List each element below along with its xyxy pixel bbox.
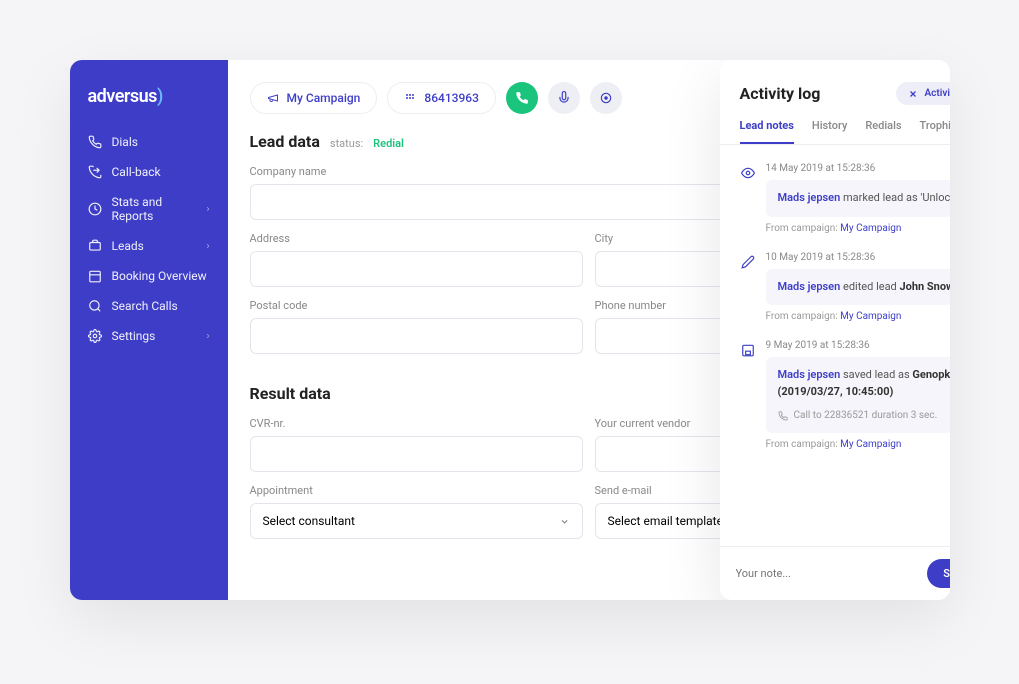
send-label: Send [943, 567, 949, 580]
log-card: Mads jepsen edited lead John Snow [766, 269, 950, 306]
logo-paren: ) [157, 86, 163, 107]
activity-tabs: Lead notes History Redials Trophies [720, 105, 950, 145]
sidebar-item-label: Stats and Reports [112, 195, 207, 223]
cvr-label: CVR-nr. [250, 417, 583, 430]
log-card: Mads jepsen saved lead as Genopkald (201… [766, 357, 950, 433]
phone-icon [778, 411, 788, 421]
close-icon [908, 89, 918, 99]
log-call-text: Call to 22836521 duration 3 sec. [794, 408, 938, 423]
edit-icon [740, 254, 756, 270]
log-time: 10 May 2019 at 15:28:36 [766, 252, 950, 263]
tab-history[interactable]: History [812, 119, 847, 144]
log-card: Mads jepsen marked lead as 'Unlocked' [766, 180, 950, 217]
log-action: edited lead [840, 280, 899, 293]
chevron-right-icon: › [206, 204, 209, 215]
log-entry: 9 May 2019 at 15:28:36 Mads jepsen saved… [740, 340, 950, 450]
logo: adversus) [70, 86, 228, 127]
activity-title: Activity log [740, 84, 821, 103]
campaign-pill[interactable]: My Campaign [250, 82, 378, 114]
calendar-icon [88, 269, 102, 283]
log-action: saved lead as [840, 368, 912, 381]
log-time: 14 May 2019 at 15:28:36 [766, 163, 950, 174]
megaphone-icon [267, 92, 279, 104]
tab-redials[interactable]: Redials [865, 119, 901, 144]
log-campaign: From campaign: My Campaign [766, 311, 950, 322]
save-icon [740, 342, 756, 358]
eye-icon [740, 165, 756, 181]
log-time: 9 May 2019 at 15:28:36 [766, 340, 950, 351]
sidebar-item-label: Call-back [112, 165, 161, 179]
phone-icon [88, 135, 102, 149]
sidebar-item-leads[interactable]: Leads › [70, 231, 228, 261]
log-call: Call to 22836521 duration 3 sec. [778, 408, 950, 423]
status-label: status: [330, 137, 363, 150]
app-window: adversus) Dials Call-back Stats and Repo… [70, 60, 950, 600]
sidebar-item-dials[interactable]: Dials [70, 127, 228, 157]
search-icon [88, 299, 102, 313]
phone-icon [515, 91, 529, 105]
address-input[interactable] [250, 251, 583, 287]
sidebar-item-search[interactable]: Search Calls [70, 291, 228, 321]
tab-lead-notes[interactable]: Lead notes [740, 119, 794, 144]
address-label: Address [250, 232, 583, 245]
logo-text: adversus [88, 86, 157, 107]
sidebar: adversus) Dials Call-back Stats and Repo… [70, 60, 228, 600]
dialpad-icon [404, 92, 416, 104]
sidebar-item-booking[interactable]: Booking Overview [70, 261, 228, 291]
phone-number: 86413963 [424, 91, 479, 105]
sidebar-item-callback[interactable]: Call-back [70, 157, 228, 187]
sidebar-item-stats[interactable]: Stats and Reports › [70, 187, 228, 231]
result-title: Result data [250, 384, 331, 403]
appointment-label: Appointment [250, 484, 583, 497]
log-entry: 10 May 2019 at 15:28:36 Mads jepsen edit… [740, 252, 950, 323]
activity-log-button[interactable]: Activity Log [896, 82, 949, 105]
target-button[interactable] [590, 82, 622, 114]
sidebar-item-label: Dials [112, 135, 138, 149]
cvr-input[interactable] [250, 436, 583, 472]
stats-icon [88, 202, 102, 216]
log-target: John Snow [900, 280, 950, 293]
log-action: marked lead as [840, 191, 920, 204]
activity-header: Activity log Activity Log [720, 60, 950, 105]
send-button[interactable]: Send › [927, 559, 949, 588]
nav: Dials Call-back Stats and Reports › Lead… [70, 127, 228, 351]
mic-icon [557, 91, 571, 105]
log-campaign: From campaign: My Campaign [766, 439, 950, 450]
status-value: Redial [373, 137, 404, 150]
sidebar-item-label: Leads [112, 239, 144, 253]
log-entry: 14 May 2019 at 15:28:36 Mads jepsen mark… [740, 163, 950, 234]
sidebar-item-label: Settings [112, 329, 156, 343]
lead-title: Lead data [250, 132, 320, 151]
mic-button[interactable] [548, 82, 580, 114]
log-target: 'Unlocked' [920, 191, 949, 204]
activity-btn-label: Activity Log [924, 88, 949, 99]
note-input[interactable] [736, 567, 918, 580]
note-composer: Send › [720, 546, 950, 600]
call-button[interactable] [506, 82, 538, 114]
activity-log-list: 14 May 2019 at 15:28:36 Mads jepsen mark… [720, 145, 950, 546]
sidebar-item-label: Booking Overview [112, 269, 207, 283]
log-user: Mads jepsen [778, 280, 841, 293]
activity-panel: Activity log Activity Log Lead notes His… [720, 60, 950, 600]
tab-trophies[interactable]: Trophies [920, 119, 950, 144]
chevron-right-icon: › [206, 331, 209, 342]
number-pill[interactable]: 86413963 [387, 82, 496, 114]
gear-icon [88, 329, 102, 343]
postal-label: Postal code [250, 299, 583, 312]
leads-icon [88, 239, 102, 253]
target-icon [599, 91, 613, 105]
callback-icon [88, 165, 102, 179]
sidebar-item-label: Search Calls [112, 299, 178, 313]
chevron-right-icon: › [206, 241, 209, 252]
postal-input[interactable] [250, 318, 583, 354]
sidebar-item-settings[interactable]: Settings › [70, 321, 228, 351]
campaign-name: My Campaign [287, 91, 361, 105]
log-campaign: From campaign: My Campaign [766, 223, 950, 234]
log-user: Mads jepsen [778, 191, 841, 204]
appointment-select[interactable]: Select consultant [250, 503, 583, 539]
log-user: Mads jepsen [778, 368, 841, 381]
